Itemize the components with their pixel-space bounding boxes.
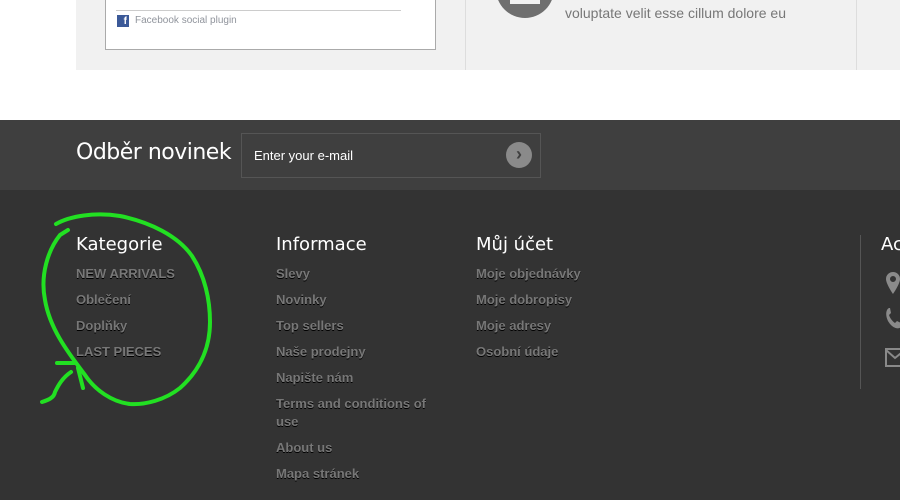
footer-column-contact: Ac [881, 234, 900, 265]
feature-text: voluptate velit esse cillum dolore eu [565, 5, 787, 21]
footer-link[interactable]: Moje objednávky [476, 265, 636, 283]
footer-link[interactable]: Napište nám [276, 369, 436, 387]
submit-chevron-icon[interactable]: › [506, 142, 532, 168]
facebook-icon[interactable]: f [117, 15, 129, 27]
footer-link[interactable]: Terms and conditions of use [276, 395, 436, 431]
footer-link[interactable]: Osobní údaje [476, 343, 636, 361]
footer-link[interactable]: Doplňky [76, 317, 236, 335]
footer-column-ucet: Můj účet Moje objednávky Moje dobropisy … [476, 234, 636, 369]
divider [856, 0, 857, 70]
footer: Kategorie NEW ARRIVALS Oblečení Doplňky … [0, 190, 900, 500]
footer-link[interactable]: Mapa stránek [276, 465, 436, 483]
map-marker-icon [886, 272, 900, 294]
column-title: Kategorie [76, 234, 163, 255]
footer-link[interactable]: Novinky [276, 291, 436, 309]
newsletter-title: Odběr novinek [76, 140, 232, 165]
phone-icon [886, 308, 900, 329]
column-title: Informace [276, 234, 367, 255]
facebook-widget: f Facebook social plugin [105, 0, 436, 50]
newsletter-form: › [241, 133, 541, 178]
footer-column-informace: Informace Slevy Novinky Top sellers Naše… [276, 234, 436, 491]
newsletter-bar: Odběr novinek › [0, 120, 900, 190]
footer-link[interactable]: NEW ARRIVALS [76, 265, 236, 283]
divider [860, 235, 861, 389]
column-title: Ac [881, 234, 900, 255]
footer-link[interactable]: Slevy [276, 265, 436, 283]
facebook-plugin-link[interactable]: Facebook social plugin [135, 15, 237, 26]
footer-link[interactable]: Moje adresy [476, 317, 636, 335]
divider [465, 0, 466, 70]
footer-link[interactable]: Oblečení [76, 291, 236, 309]
footer-link[interactable]: Top sellers [276, 317, 436, 335]
footer-link[interactable]: LAST PIECES [76, 343, 236, 361]
divider [116, 10, 401, 11]
footer-column-kategorie: Kategorie NEW ARRIVALS Oblečení Doplňky … [76, 234, 236, 369]
envelope-icon [885, 348, 900, 367]
column-title: Můj účet [476, 234, 554, 255]
footer-link[interactable]: Moje dobropisy [476, 291, 636, 309]
footer-link[interactable]: Naše prodejny [276, 343, 436, 361]
footer-link[interactable]: About us [276, 439, 436, 457]
email-input[interactable] [242, 134, 492, 177]
